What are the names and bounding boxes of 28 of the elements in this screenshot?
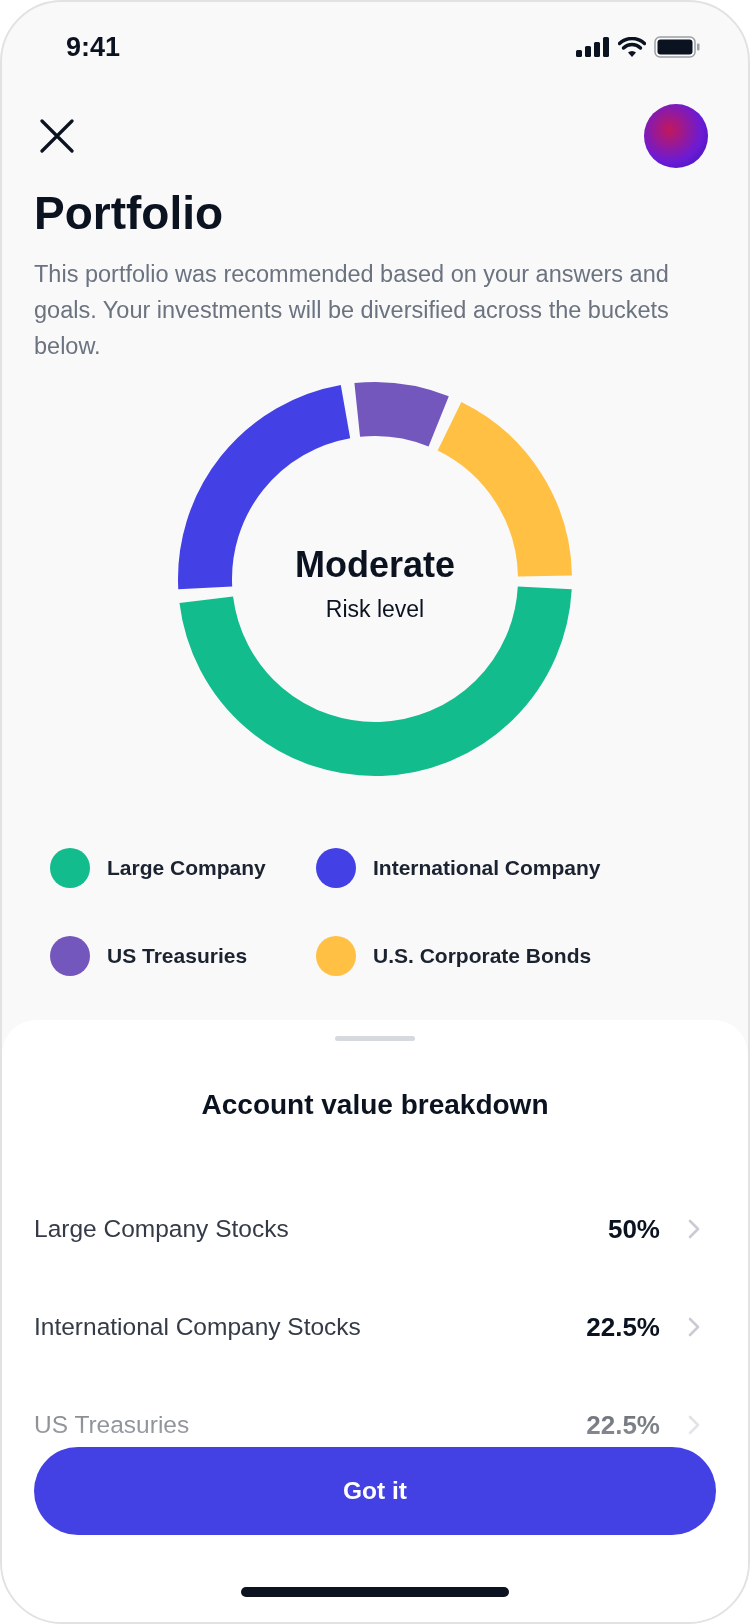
battery-icon <box>654 36 700 58</box>
signal-icon <box>576 37 610 57</box>
risk-label: Risk level <box>324 596 426 623</box>
legend-label: U.S. Corporate Bonds <box>373 944 592 968</box>
chevron-right-icon <box>688 1219 700 1239</box>
legend-label: International Company <box>373 856 601 880</box>
page-title: Portfolio <box>34 186 225 240</box>
breakdown-row[interactable]: US Treasuries 22.5% <box>34 1403 700 1447</box>
chevron-right-icon <box>688 1415 700 1435</box>
chevron-right-icon <box>688 1317 700 1337</box>
close-icon[interactable] <box>40 119 74 153</box>
legend-label: Large Company <box>107 856 266 880</box>
row-label: International Company Stocks <box>34 1313 362 1341</box>
row-value: 22.5% <box>586 1409 660 1441</box>
row-value: 50% <box>607 1213 660 1245</box>
legend-label: US Treasuries <box>107 944 248 968</box>
breakdown-row[interactable]: International Company Stocks 22.5% <box>34 1305 700 1349</box>
row-value: 22.5% <box>586 1311 660 1343</box>
wifi-icon <box>618 37 646 57</box>
row-label: Large Company Stocks <box>34 1215 290 1243</box>
sheet-title: Account value breakdown <box>200 1089 550 1121</box>
breakdown-row[interactable]: Large Company Stocks 50% <box>34 1207 700 1251</box>
description-text: This portfolio was recommended based on your answers and goals. Your investments will be diversified across the buckets below. <box>34 260 670 361</box>
row-label: US Treasuries <box>34 1411 191 1439</box>
status-time: 9:41 <box>66 31 121 63</box>
got-it-button[interactable]: Got it <box>34 1447 716 1535</box>
sheet-handle[interactable] <box>335 1036 415 1041</box>
risk-value: Moderate <box>294 544 456 586</box>
